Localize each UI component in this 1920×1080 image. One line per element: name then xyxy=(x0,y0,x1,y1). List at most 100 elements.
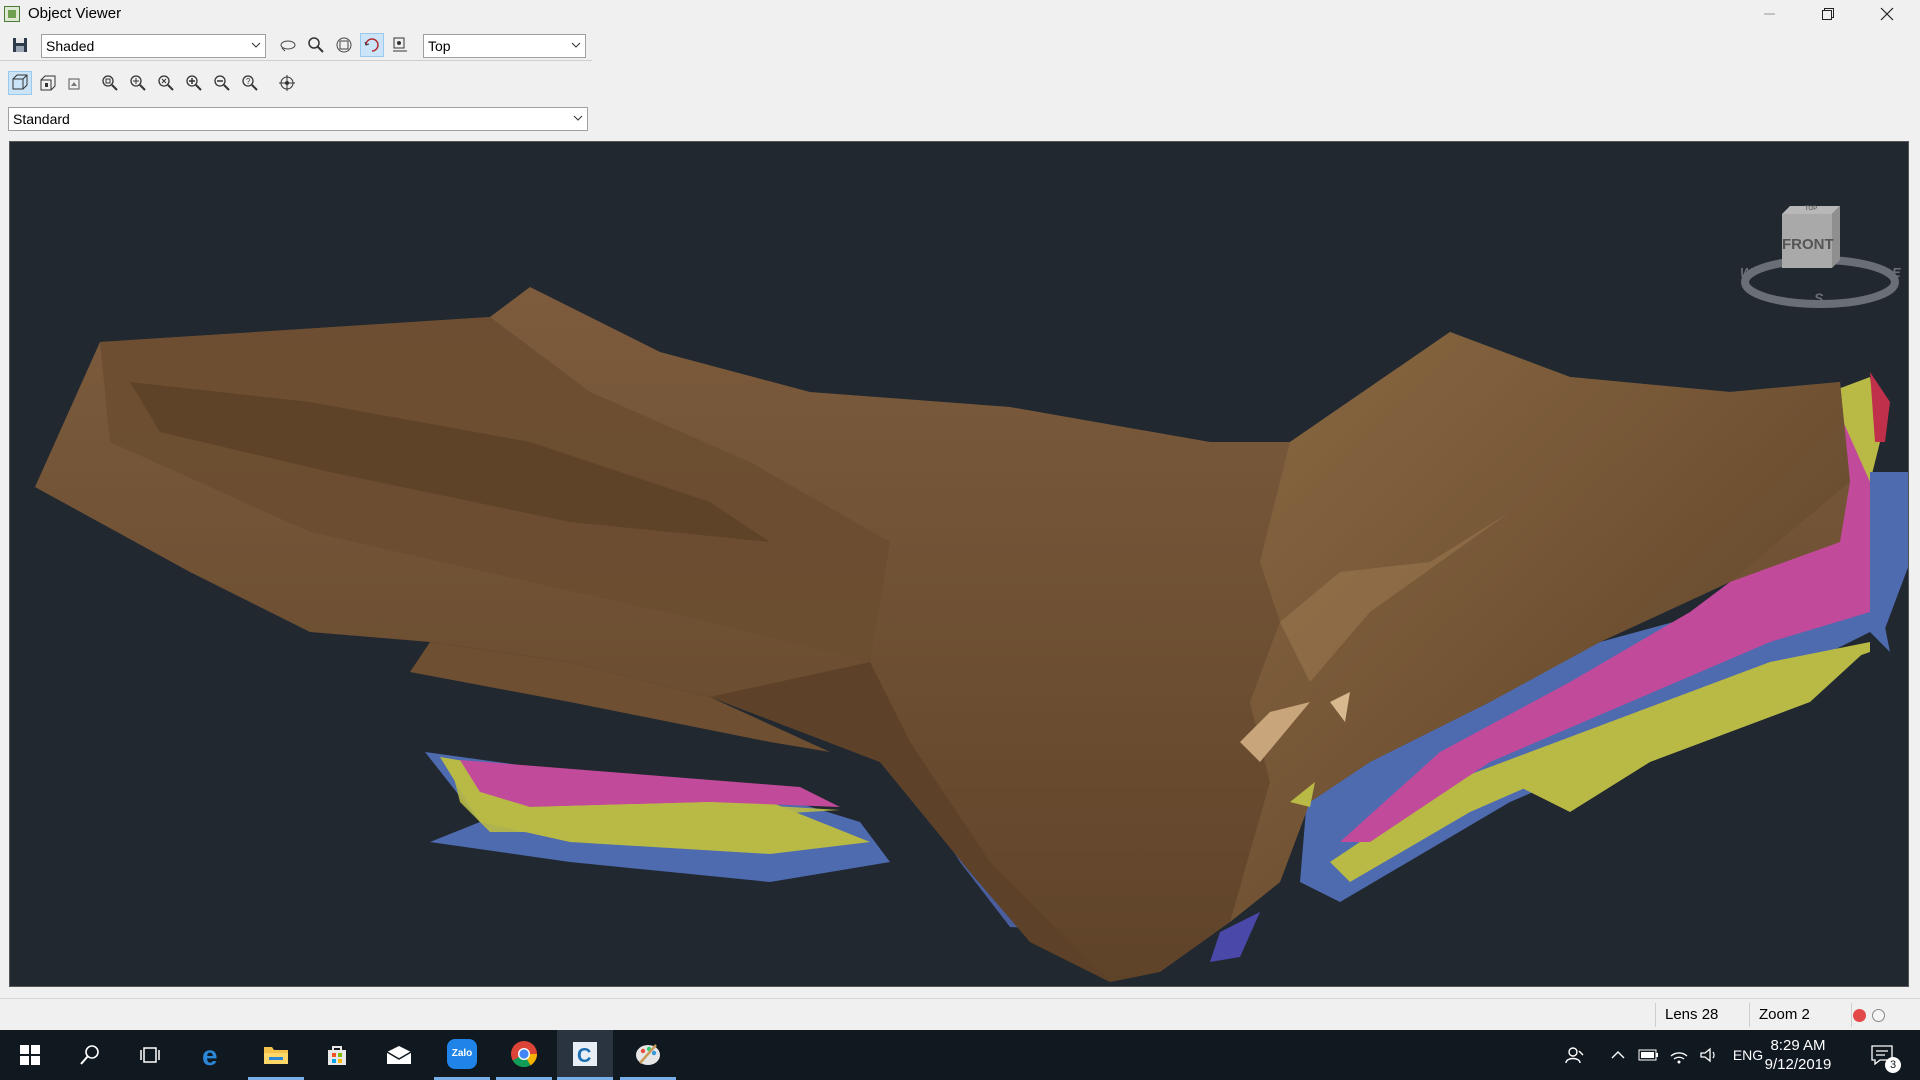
box-side-view-icon xyxy=(40,75,56,91)
3d-viewport[interactable]: FRONT TOP W E S xyxy=(9,141,1909,987)
viewcube[interactable]: FRONT TOP W E S xyxy=(1730,202,1908,312)
clock-date: 9/12/2019 xyxy=(1764,1056,1832,1073)
visual-style-select[interactable]: Standard xyxy=(8,107,588,131)
close-button[interactable] xyxy=(1858,0,1916,28)
compass-south-label[interactable]: S xyxy=(1814,290,1823,306)
render-settings-button[interactable] xyxy=(388,33,412,57)
status-white-indicator xyxy=(1872,1009,1885,1022)
svg-text:e: e xyxy=(202,1042,218,1068)
people-button[interactable] xyxy=(1560,1030,1590,1080)
visual-style-value: Standard xyxy=(13,111,70,127)
viewcube-front-label[interactable]: FRONT xyxy=(1782,236,1834,253)
minimize-icon xyxy=(1764,13,1775,15)
search-button[interactable] xyxy=(62,1030,118,1080)
task-view-icon xyxy=(140,1047,160,1063)
save-icon xyxy=(13,38,27,52)
rotate-icon xyxy=(364,38,379,52)
chrome-icon xyxy=(511,1040,538,1067)
render-mode-select[interactable]: Shaded xyxy=(41,34,266,58)
zoom-window2-icon xyxy=(130,75,146,91)
box-view-button[interactable] xyxy=(8,71,32,95)
zoom-window-icon xyxy=(336,37,352,53)
chevron-down-icon xyxy=(251,42,261,48)
search-icon xyxy=(80,1045,99,1065)
zoom-object-icon xyxy=(158,75,174,91)
paint-taskbar-button[interactable] xyxy=(620,1030,676,1080)
taskbar: e Zalo C ENG 8:29 AM 9/12/2019 3 xyxy=(0,1030,1920,1080)
zoom-object-button[interactable] xyxy=(154,71,178,95)
action-center-button[interactable]: 3 xyxy=(1862,1030,1902,1080)
viewcube-top-label[interactable]: TOP xyxy=(1782,206,1840,212)
zoom-out-button[interactable] xyxy=(210,71,234,95)
task-view-button[interactable] xyxy=(122,1030,178,1080)
notification-count-badge: 3 xyxy=(1885,1057,1901,1073)
toolbar-primary: Shaded Top xyxy=(0,30,592,61)
object-view-button[interactable] xyxy=(64,71,88,95)
zoom-glass-icon xyxy=(308,37,324,53)
status-separator xyxy=(1749,1003,1750,1027)
zalo-icon-label: Zalo xyxy=(451,1048,473,1059)
mail-taskbar-button[interactable] xyxy=(371,1030,427,1080)
object-view-icon xyxy=(68,78,80,90)
zoom-window2-button[interactable] xyxy=(126,71,150,95)
volume-icon xyxy=(1700,1047,1715,1063)
mail-icon xyxy=(386,1046,412,1064)
view-direction-select[interactable]: Top xyxy=(423,34,586,58)
battery-icon xyxy=(1638,1049,1658,1061)
render-settings-icon xyxy=(393,37,407,52)
rotate-button[interactable] xyxy=(360,33,384,57)
svg-text:C: C xyxy=(577,1045,591,1067)
zalo-taskbar-button[interactable]: Zalo xyxy=(434,1030,490,1080)
zoom-extents-button[interactable] xyxy=(98,71,122,95)
close-icon xyxy=(1880,7,1894,21)
zoom-glass-button[interactable] xyxy=(304,33,328,57)
edge-icon: e xyxy=(202,1042,218,1068)
toolbar-view: ? xyxy=(0,68,592,98)
restore-button[interactable] xyxy=(1799,0,1857,28)
box-view-icon xyxy=(12,74,28,90)
wifi-button[interactable] xyxy=(1667,1030,1691,1080)
civil3d-taskbar-button[interactable]: C xyxy=(557,1030,613,1080)
show-hidden-icons-button[interactable] xyxy=(1607,1030,1629,1080)
target-button[interactable] xyxy=(275,71,299,95)
view-direction-value: Top xyxy=(428,38,451,54)
orbit-icon xyxy=(280,40,296,52)
start-button[interactable] xyxy=(2,1030,58,1080)
status-separator xyxy=(1655,1003,1656,1027)
zoom-previous-icon: ? xyxy=(242,75,258,91)
strata-layers-left xyxy=(425,752,890,882)
chrome-taskbar-button[interactable] xyxy=(496,1030,552,1080)
orbit-button[interactable] xyxy=(276,33,300,57)
zoom-previous-button[interactable]: ? xyxy=(238,71,262,95)
store-icon xyxy=(328,1046,346,1065)
window-title: Object Viewer xyxy=(28,5,122,22)
battery-button[interactable] xyxy=(1637,1030,1661,1080)
clock-time: 8:29 AM xyxy=(1770,1037,1826,1054)
store-taskbar-button[interactable] xyxy=(309,1030,365,1080)
minimize-button[interactable] xyxy=(1741,0,1799,28)
svg-text:?: ? xyxy=(246,77,251,86)
save-button[interactable] xyxy=(8,33,32,57)
file-explorer-icon xyxy=(264,1046,288,1064)
terrain-surface xyxy=(35,287,1850,982)
zoom-in-button[interactable] xyxy=(182,71,206,95)
target-icon xyxy=(279,75,295,91)
status-red-indicator xyxy=(1853,1009,1866,1022)
zoom-extents-icon xyxy=(102,75,118,91)
zoom-window-button[interactable] xyxy=(332,33,356,57)
box-side-view-button[interactable] xyxy=(36,71,60,95)
volume-button[interactable] xyxy=(1697,1030,1721,1080)
terrain-model[interactable] xyxy=(10,142,1909,987)
render-mode-value: Shaded xyxy=(46,38,95,54)
compass-east-label[interactable]: E xyxy=(1892,265,1901,280)
compass-west-label[interactable]: W xyxy=(1740,265,1752,280)
lens-readout: Lens 28 xyxy=(1665,1006,1719,1023)
wifi-icon xyxy=(1670,1052,1688,1064)
zalo-icon: Zalo xyxy=(447,1038,477,1069)
people-icon xyxy=(1565,1047,1584,1064)
file-explorer-taskbar-button[interactable] xyxy=(248,1030,304,1080)
zoom-out-icon xyxy=(214,75,230,91)
edge-taskbar-button[interactable]: e xyxy=(186,1030,242,1080)
paint-icon xyxy=(636,1043,660,1065)
taskbar-clock[interactable]: 8:29 AM 9/12/2019 xyxy=(1748,1036,1848,1074)
